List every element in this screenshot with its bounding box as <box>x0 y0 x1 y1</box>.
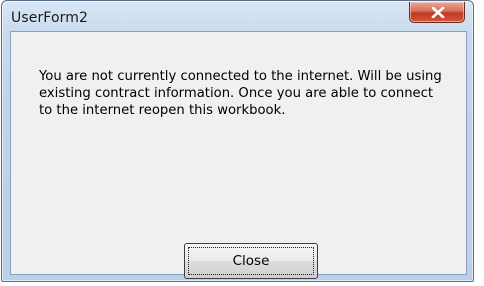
message-text: You are not currently connected to the i… <box>39 69 442 118</box>
close-x-icon <box>431 7 445 18</box>
dialog-window: UserForm2 You are not currently connecte… <box>1 0 474 282</box>
window-title: UserForm2 <box>11 10 88 26</box>
close-button[interactable]: Close <box>184 243 318 279</box>
title-bar[interactable]: UserForm2 <box>2 1 473 31</box>
dialog-body: You are not currently connected to the i… <box>10 31 467 279</box>
close-button-label: Close <box>188 247 314 275</box>
window-close-button[interactable] <box>409 2 465 23</box>
